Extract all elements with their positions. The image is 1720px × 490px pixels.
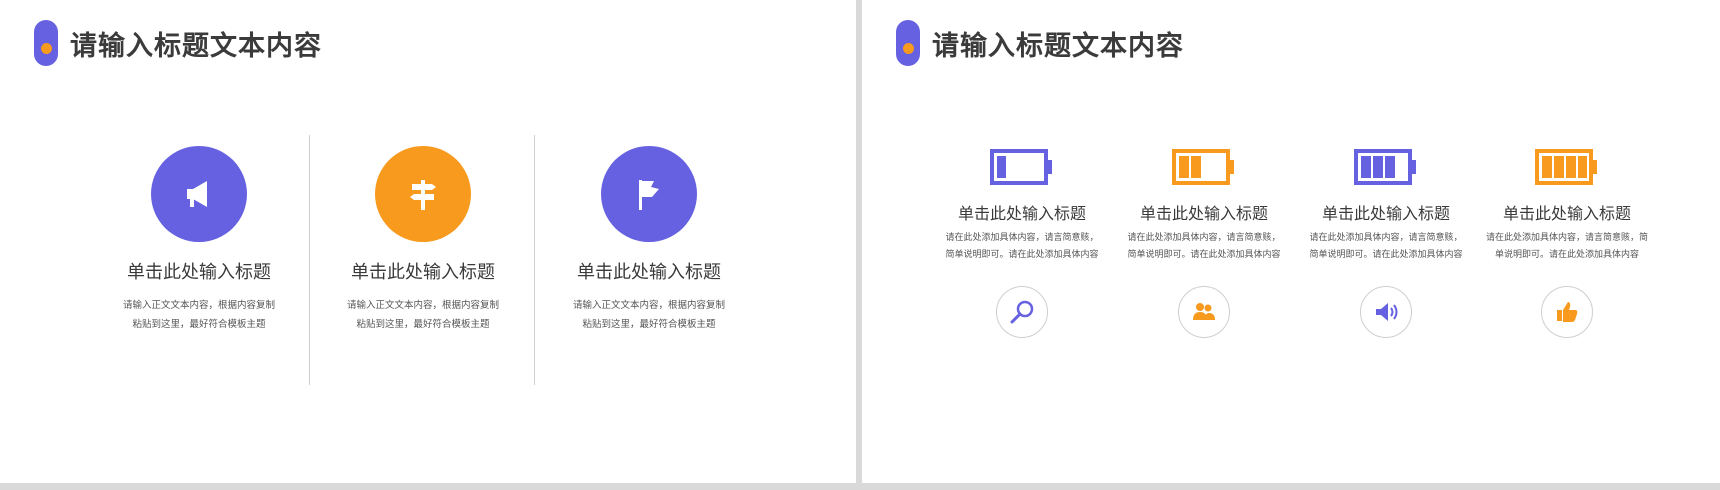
divider <box>534 135 535 385</box>
megaphone-icon <box>151 146 247 242</box>
item-body: 请在此处添加具体内容，请言简意赅， 简单说明即可。请在此处添加具体内容 <box>1298 230 1474 264</box>
battery-icon <box>1354 149 1416 185</box>
speaker-icon <box>1360 286 1412 338</box>
item-heading: 单击此处输入标题 <box>1139 204 1268 223</box>
item-body: 请输入正文文本内容，根据内容复制 粘贴到这里，最好符合模板主题 <box>323 296 523 334</box>
title-bar: 请输入标题文本内容 <box>34 20 322 66</box>
page-title: 请输入标题文本内容 <box>70 30 322 62</box>
search-icon <box>996 286 1048 338</box>
title-marker <box>34 20 58 66</box>
item-heading: 单击此处输入标题 <box>1321 204 1450 223</box>
item-body-line: 请在此处添加具体内容，请言简意赅，简 <box>1485 233 1648 243</box>
battery-item-1: 单击此处输入标题 请在此处添加具体内容，请言简意赅， 简单说明即可。请在此处添加… <box>934 148 1110 338</box>
battery-icon <box>1535 149 1597 185</box>
item-heading: 单击此处输入标题 <box>1502 204 1631 223</box>
item-body: 请在此处添加具体内容，请言简意赅， 简单说明即可。请在此处添加具体内容 <box>934 230 1110 264</box>
item-body: 请输入正文文本内容，根据内容复制 粘贴到这里，最好符合模板主题 <box>549 296 749 334</box>
item-body-line: 粘贴到这里，最好符合模板主题 <box>132 319 266 330</box>
battery-item-4: 单击此处输入标题 请在此处添加具体内容，请言简意赅，简 单说明即可。请在此处添加… <box>1479 148 1655 338</box>
item-body-line: 粘贴到这里，最好符合模板主题 <box>356 319 490 330</box>
slide-right: 请输入标题文本内容 单击此处输入标题 请在此处添加具体内容，请言简意赅， 简单说… <box>862 0 1720 483</box>
flag-icon <box>601 146 697 242</box>
title-marker <box>896 20 920 66</box>
item-body-line: 简单说明即可。请在此处添加具体内容 <box>1127 250 1281 260</box>
item-body-line: 请在此处添加具体内容，请言简意赅， <box>1127 233 1281 243</box>
item-body-line: 请输入正文文本内容，根据内容复制 <box>572 300 725 311</box>
users-icon <box>1178 286 1230 338</box>
battery-icon <box>990 149 1052 185</box>
feature-item-3: 单击此处输入标题 请输入正文文本内容，根据内容复制 粘贴到这里，最好符合模板主题 <box>549 146 749 334</box>
item-heading: 单击此处输入标题 <box>957 204 1086 223</box>
title-marker-dot <box>41 43 52 54</box>
battery-icon <box>1172 149 1234 185</box>
item-body-line: 粘贴到这里，最好符合模板主题 <box>582 319 716 330</box>
item-heading: 单击此处输入标题 <box>577 262 721 283</box>
divider <box>309 135 310 385</box>
signpost-icon <box>375 146 471 242</box>
item-body: 请输入正文文本内容，根据内容复制 粘贴到这里，最好符合模板主题 <box>99 296 299 334</box>
feature-item-2: 单击此处输入标题 请输入正文文本内容，根据内容复制 粘贴到这里，最好符合模板主题 <box>323 146 523 334</box>
item-body-line: 请输入正文文本内容，根据内容复制 <box>346 300 499 311</box>
item-body-line: 单说明即可。请在此处添加具体内容 <box>1494 250 1639 260</box>
item-body: 请在此处添加具体内容，请言简意赅， 简单说明即可。请在此处添加具体内容 <box>1116 230 1292 264</box>
page-title: 请输入标题文本内容 <box>932 30 1184 62</box>
item-body-line: 请输入正文文本内容，根据内容复制 <box>122 300 275 311</box>
item-body-line: 请在此处添加具体内容，请言简意赅， <box>1309 233 1463 243</box>
item-body-line: 请在此处添加具体内容，请言简意赅， <box>945 233 1099 243</box>
thumbs-up-icon <box>1541 286 1593 338</box>
title-marker-dot <box>903 43 914 54</box>
item-body-line: 简单说明即可。请在此处添加具体内容 <box>1309 250 1463 260</box>
slide-left: 请输入标题文本内容 单击此处输入标题 请输入正文文本内容，根据内容复制 粘贴到这… <box>0 0 856 483</box>
item-heading: 单击此处输入标题 <box>351 262 495 283</box>
battery-item-2: 单击此处输入标题 请在此处添加具体内容，请言简意赅， 简单说明即可。请在此处添加… <box>1116 148 1292 338</box>
item-heading: 单击此处输入标题 <box>127 262 271 283</box>
battery-item-3: 单击此处输入标题 请在此处添加具体内容，请言简意赅， 简单说明即可。请在此处添加… <box>1298 148 1474 338</box>
title-bar: 请输入标题文本内容 <box>896 20 1184 66</box>
feature-item-1: 单击此处输入标题 请输入正文文本内容，根据内容复制 粘贴到这里，最好符合模板主题 <box>99 146 299 334</box>
item-body: 请在此处添加具体内容，请言简意赅，简 单说明即可。请在此处添加具体内容 <box>1479 230 1655 264</box>
item-body-line: 简单说明即可。请在此处添加具体内容 <box>945 250 1099 260</box>
